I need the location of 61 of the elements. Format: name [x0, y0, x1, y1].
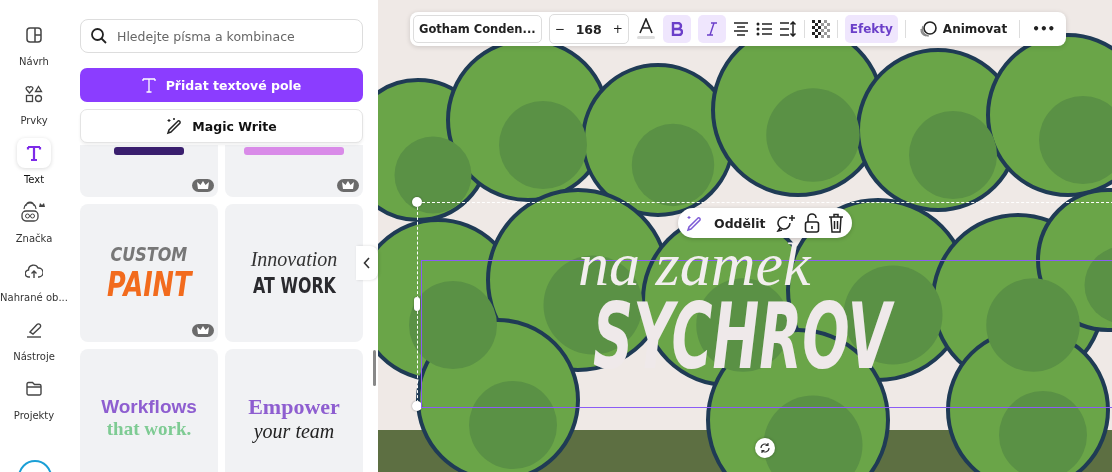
increase-size-button[interactable]: + — [607, 15, 628, 43]
bold-icon — [670, 22, 683, 36]
rail-item[interactable]: Návrh — [0, 20, 68, 67]
text-template-card[interactable]: Empower your team — [225, 349, 363, 472]
align-center-icon[interactable] — [732, 22, 749, 36]
resize-handle[interactable] — [414, 297, 420, 311]
decrease-size-button[interactable]: − — [549, 15, 570, 43]
resize-handle[interactable] — [412, 401, 422, 411]
italic-button[interactable] — [697, 15, 726, 43]
bullet-list-icon[interactable] — [755, 22, 772, 36]
text-icon — [25, 144, 43, 162]
animate-icon — [917, 20, 938, 38]
italic-icon — [705, 22, 718, 36]
collapse-panel-button[interactable] — [356, 246, 378, 280]
search-icon — [90, 27, 108, 45]
bold-button[interactable] — [662, 15, 691, 43]
line-spacing-icon[interactable] — [778, 21, 797, 37]
layout-icon — [25, 26, 43, 44]
font-size-stepper[interactable]: − 168 + — [548, 14, 629, 44]
template-text: CUSTOM — [110, 242, 188, 266]
effects-button[interactable]: Efekty — [844, 15, 898, 43]
brand-kit-icon — [21, 201, 47, 223]
search-field[interactable]: Hledejte písma a kombinace — [80, 19, 363, 53]
chevron-left-icon — [363, 257, 371, 269]
rail-item[interactable]: Text — [0, 138, 68, 185]
transparency-icon[interactable] — [811, 20, 830, 38]
trash-icon[interactable] — [827, 213, 844, 233]
comment-add-icon[interactable] — [775, 214, 796, 232]
shapes-icon — [25, 85, 43, 103]
text-art-fragment — [114, 147, 184, 155]
template-text: PAINT — [106, 264, 192, 304]
magic-write-button[interactable]: Magic Write — [80, 109, 363, 143]
scrollbar[interactable] — [373, 350, 376, 386]
unlock-icon[interactable] — [803, 213, 820, 233]
template-text: Empower — [248, 393, 340, 420]
folder-icon — [25, 381, 43, 397]
rail-item[interactable]: Značka — [0, 197, 68, 244]
rail-item[interactable]: Projekty — [0, 374, 68, 421]
add-text-box-button[interactable]: Přidat textové pole — [80, 68, 363, 102]
text-icon — [141, 77, 156, 93]
text-template-card[interactable]: Workflows that work. — [80, 349, 218, 472]
font-dropdown[interactable]: Gotham Conden... — [413, 15, 542, 43]
text-template-card[interactable]: Innovation AT WORK — [225, 204, 363, 342]
more-button[interactable]: ••• — [1027, 15, 1061, 43]
template-text: your team — [253, 419, 335, 443]
upload-cloud-icon — [25, 263, 43, 279]
rail-item[interactable]: Nahrané ob... — [0, 256, 68, 303]
magic-pen-icon[interactable] — [686, 214, 704, 232]
text-template-card[interactable]: CUSTOM PAINT — [80, 204, 218, 342]
template-text: Workflows — [101, 396, 197, 418]
pen-icon — [25, 321, 43, 339]
rail-item[interactable]: Nástroje — [0, 315, 68, 362]
rail-item[interactable]: Prvky — [0, 79, 68, 126]
text-template-card[interactable] — [80, 145, 218, 197]
template-text: Innovation — [250, 248, 338, 271]
animate-button[interactable]: Animovat — [912, 15, 1013, 43]
template-text: AT WORK — [252, 273, 336, 298]
text-color-icon[interactable] — [635, 18, 656, 40]
resize-handle[interactable] — [412, 197, 422, 207]
template-text: that work. — [106, 418, 192, 440]
ungroup-button[interactable]: Oddělit — [712, 215, 768, 231]
